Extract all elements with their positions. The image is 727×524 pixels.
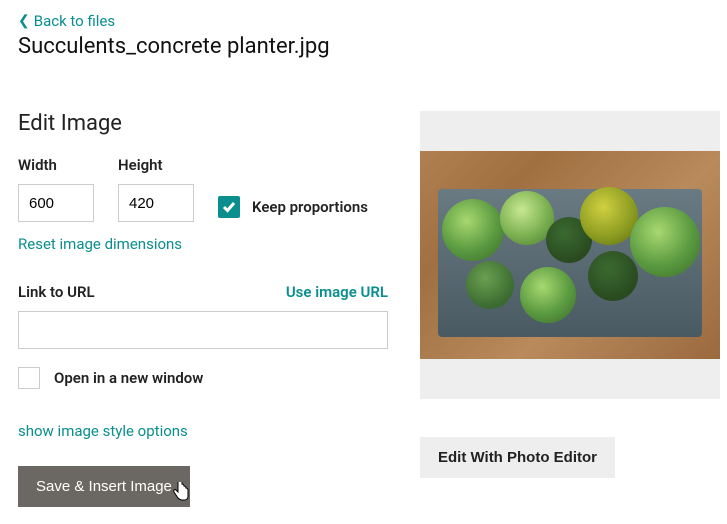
width-input[interactable]: [18, 184, 94, 222]
edit-with-photo-editor-button[interactable]: Edit With Photo Editor: [420, 437, 615, 478]
open-new-window-label: Open in a new window: [54, 369, 203, 387]
check-icon: [222, 201, 236, 213]
image-preview: [420, 111, 720, 399]
link-url-input[interactable]: [18, 311, 388, 349]
use-image-url-link[interactable]: Use image URL: [286, 283, 388, 301]
save-insert-button[interactable]: Save & Insert Image: [18, 466, 190, 507]
preview-image-content: [420, 151, 720, 359]
reset-dimensions-link[interactable]: Reset image dimensions: [18, 235, 182, 253]
back-link-text: Back to files: [34, 12, 115, 30]
open-new-window-checkbox[interactable]: [18, 367, 40, 389]
height-label: Height: [118, 156, 194, 174]
link-url-label: Link to URL: [18, 283, 95, 301]
width-label: Width: [18, 156, 94, 174]
keep-proportions-checkbox[interactable]: [218, 196, 240, 218]
show-style-options-link[interactable]: show image style options: [18, 422, 188, 440]
height-input[interactable]: [118, 184, 194, 222]
chevron-left-icon: ❮: [18, 13, 30, 29]
edit-image-heading: Edit Image: [18, 111, 388, 136]
back-to-files-link[interactable]: ❮ Back to files: [18, 12, 115, 30]
keep-proportions-label: Keep proportions: [252, 198, 368, 216]
filename-title: Succulents_concrete planter.jpg: [18, 34, 709, 59]
